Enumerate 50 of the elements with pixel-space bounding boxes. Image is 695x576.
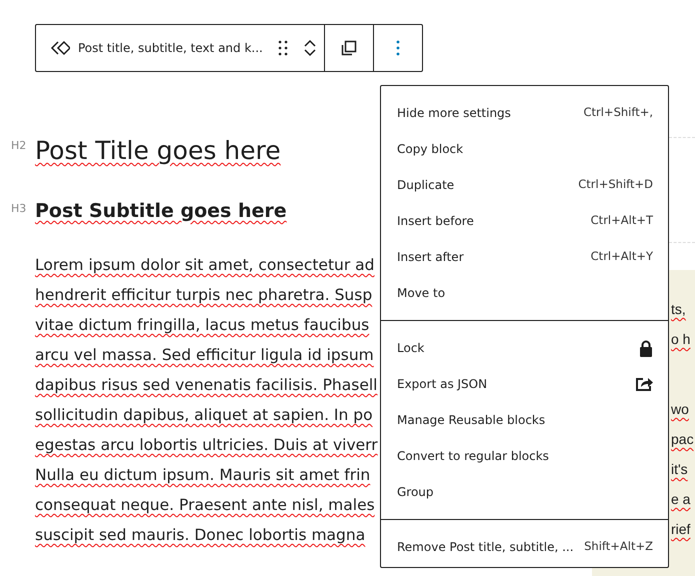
menu-item[interactable]: Group xyxy=(381,474,668,510)
shortcut-text: Ctrl+Alt+Y xyxy=(590,248,653,266)
side-text: rief xyxy=(671,521,690,537)
more-vertical-icon xyxy=(396,40,400,56)
menu-item[interactable]: Insert before Ctrl+Alt+T xyxy=(381,203,668,239)
post-title: Post Title goes here xyxy=(35,136,281,165)
side-text: e a xyxy=(671,491,690,507)
shortcut-text: Ctrl+Alt+T xyxy=(590,212,653,230)
menu-item[interactable]: Manage Reusable blocks xyxy=(381,402,668,438)
paragraph-line: egestas arcu lobortis ultricies. Duis at viverr xyxy=(35,436,378,454)
menu-item[interactable]: Insert after Ctrl+Alt+Y xyxy=(381,239,668,275)
chevron-up-icon xyxy=(302,38,317,48)
menu-item[interactable]: Lock xyxy=(381,330,668,366)
drag-handle-icon xyxy=(278,40,288,56)
side-text: wo xyxy=(671,401,689,417)
paragraph-line: vitae dictum fringilla, lacus metus faucibus xyxy=(35,316,370,334)
duplicate-icon xyxy=(340,39,358,57)
paragraph-line: sollicitudin dapibus, aliquet at sapien. In po xyxy=(35,406,373,424)
chevron-down-icon xyxy=(302,48,317,58)
duplicate-button[interactable] xyxy=(340,39,358,57)
paragraph-line: Lorem ipsum dolor sit amet, consectetur ad xyxy=(35,256,374,274)
menu-item[interactable]: Export as JSON xyxy=(381,366,668,402)
paragraph-line: dapibus risus sed venenatis facilisis. Phasell xyxy=(35,376,378,394)
menu-item[interactable]: Remove Post title, subtitle, ... Shift+Alt+Z xyxy=(381,529,668,565)
paragraph-line: consequat neque. Praesent ante nisl, males xyxy=(35,496,375,514)
shortcut-text: Shift+Alt+Z xyxy=(584,538,653,556)
move-up-button[interactable] xyxy=(302,38,317,48)
shortcut-text: Ctrl+Shift+, xyxy=(583,104,653,122)
menu-item[interactable]: Hide more settings Ctrl+Shift+, xyxy=(381,95,668,131)
heading-level-label: H3 xyxy=(11,201,26,217)
post-subtitle: Post Subtitle goes here xyxy=(35,200,287,222)
menu-item[interactable]: Convert to regular blocks xyxy=(381,438,668,474)
options-button[interactable] xyxy=(396,40,400,56)
paragraph-line: hendrerit efficitur turpis nec pharetra. Susp xyxy=(35,286,372,304)
paragraph-line: Nulla eu dictum ipsum. Mauris sit amet frin xyxy=(35,466,370,484)
lock-icon xyxy=(639,340,653,356)
paragraph-line: suscipit sed mauris. Donec lobortis magna xyxy=(35,526,366,544)
menu-item[interactable]: Copy block xyxy=(381,131,668,167)
move-down-button[interactable] xyxy=(302,48,317,58)
heading-level-label: H2 xyxy=(11,138,26,154)
side-text: o h xyxy=(671,331,690,347)
shortcut-text: Ctrl+Shift+D xyxy=(578,176,653,194)
side-text: it's xyxy=(671,461,688,477)
side-text: pac xyxy=(671,431,694,447)
paragraph-line: arcu vel massa. Sed efficitur ligula id ipsum xyxy=(35,346,374,364)
export-icon xyxy=(635,376,653,392)
diamond-icon xyxy=(50,38,70,58)
menu-item[interactable]: Move to xyxy=(381,275,668,311)
side-text: ts, xyxy=(671,301,686,317)
menu-item[interactable]: Duplicate Ctrl+Shift+D xyxy=(381,167,668,203)
